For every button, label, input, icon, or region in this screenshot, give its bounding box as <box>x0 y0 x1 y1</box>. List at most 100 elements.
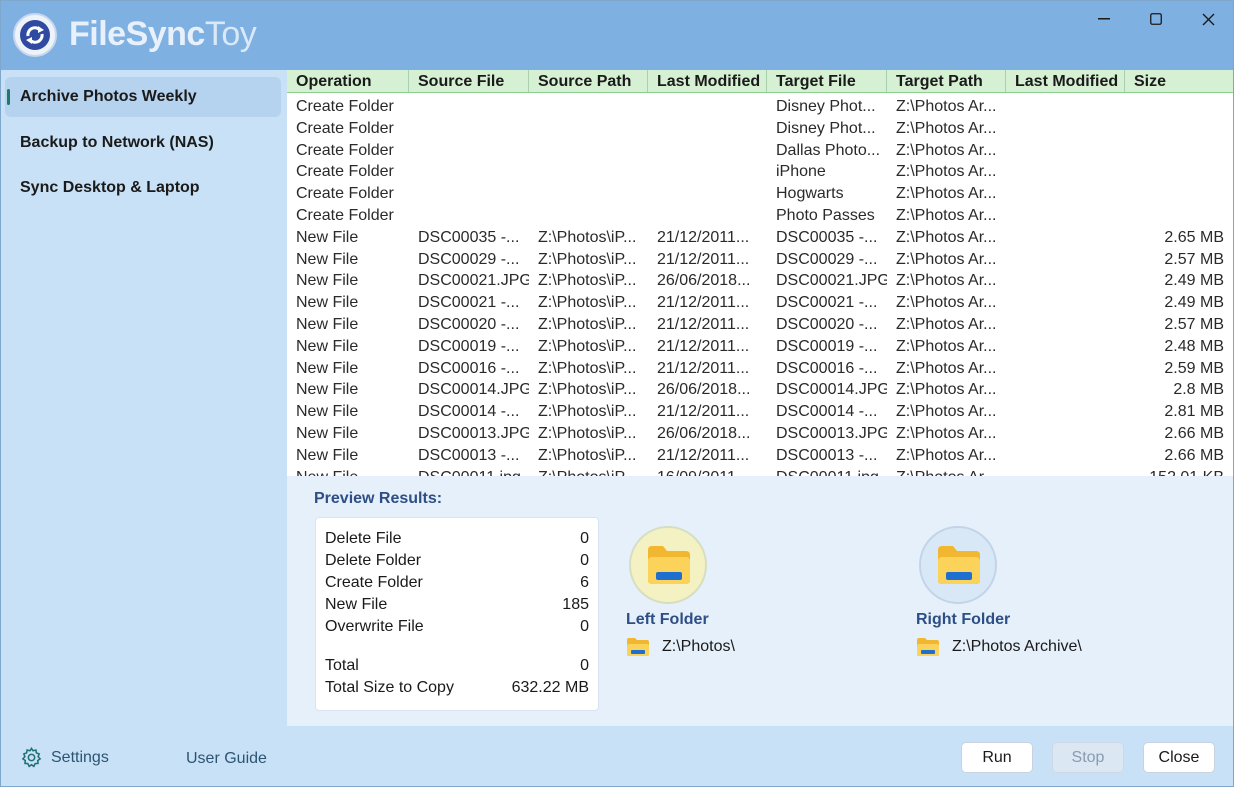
sidebar-item-backup-to-nas[interactable]: Backup to Network (NAS) <box>5 123 281 163</box>
sidebar-item-archive-photos-weekly[interactable]: Archive Photos Weekly <box>5 77 281 117</box>
table-row[interactable]: New File DSC00035 -... Z:\Photos\iP... 21/1… <box>287 227 1233 249</box>
cell-target-path: Z:\Photos Ar... <box>896 381 997 399</box>
left-folder-path[interactable]: Z:\Photos\ <box>626 637 735 657</box>
cell-size: 2.57 MB <box>1164 315 1224 333</box>
right-folder-button[interactable] <box>919 526 997 604</box>
cell-source-file: DSC00014.JPG <box>418 381 529 399</box>
cell-size: 2.66 MB <box>1164 424 1224 442</box>
sidebar-item-sync-desktop-laptop[interactable]: Sync Desktop & Laptop <box>5 168 281 208</box>
settings-link[interactable]: Settings <box>20 746 109 769</box>
cell-target-file: DSC00021 -... <box>776 294 878 312</box>
table-row[interactable]: New File DSC00021 -... Z:\Photos\iP... 21/1… <box>287 292 1233 314</box>
table-row[interactable]: New File DSC00013.JPG Z:\Photos\iP... 26/06… <box>287 423 1233 445</box>
folder-icon <box>938 546 980 584</box>
cell-target-modified <box>1006 205 1125 227</box>
cell-source-path: Z:\Photos\iP... <box>538 424 637 442</box>
table-row[interactable]: Create Folder Hogwarts Z:\Photos Ar... <box>287 183 1233 205</box>
stat-label: Total Size to Copy <box>325 679 454 696</box>
cell-size: 2.66 MB <box>1164 446 1224 464</box>
cell-target-file: Photo Passes <box>776 206 875 224</box>
cell-source-path: Z:\Photos\iP... <box>538 250 637 268</box>
cell-source-path: Z:\Photos\iP... <box>538 403 637 421</box>
table-row[interactable]: New File DSC00020 -... Z:\Photos\iP... 21/1… <box>287 314 1233 336</box>
column-header-source-path[interactable]: Source Path <box>529 70 648 92</box>
cell-operation: New File <box>296 359 359 377</box>
cell-target-path: Z:\Photos Ar... <box>896 163 997 181</box>
user-guide-label: User Guide <box>186 750 267 767</box>
cell-source-file <box>409 140 529 162</box>
table-row[interactable]: New File DSC00021.JPG Z:\Photos\iP... 26/06… <box>287 270 1233 292</box>
cell-source-path: Z:\Photos\iP... <box>538 446 637 464</box>
minimize-button[interactable] <box>1077 1 1131 37</box>
table-row[interactable]: Create Folder Photo Passes Z:\Photos Ar... <box>287 205 1233 227</box>
table-row[interactable]: New File DSC00014.JPG Z:\Photos\iP... 26/06… <box>287 379 1233 401</box>
column-header-size[interactable]: Size <box>1125 70 1233 92</box>
cell-target-path: Z:\Photos Ar... <box>896 337 997 355</box>
right-folder-path-text: Z:\Photos Archive\ <box>952 638 1082 655</box>
cell-operation: New File <box>296 228 359 246</box>
cell-operation: New File <box>296 337 359 355</box>
stat-overwrite-file: Overwrite File 0 <box>325 616 589 638</box>
cell-source-path <box>529 118 648 140</box>
table-row[interactable]: Create Folder Disney Phot... Z:\Photos Ar.… <box>287 118 1233 140</box>
table-row[interactable]: Create Folder iPhone Z:\Photos Ar... <box>287 161 1233 183</box>
cell-operation: New File <box>296 381 359 399</box>
table-row[interactable]: New File DSC00013 -... Z:\Photos\iP... 21/1… <box>287 445 1233 467</box>
stat-total: Total 0 <box>325 655 589 677</box>
cell-source-file: DSC00021 -... <box>418 294 520 312</box>
cell-target-file: Disney Phot... <box>776 98 876 115</box>
table-row[interactable]: New File DSC00029 -... Z:\Photos\iP... 21/1… <box>287 249 1233 271</box>
cell-target-path: Z:\Photos Ar... <box>896 98 997 115</box>
cell-source-modified: 21/12/2011... <box>657 446 750 464</box>
small-folder-icon <box>627 638 649 656</box>
table-row[interactable]: New File DSC00016 -... Z:\Photos\iP... 21/1… <box>287 358 1233 380</box>
table-row[interactable]: Create Folder Dallas Photo... Z:\Photos Ar… <box>287 140 1233 162</box>
gear-icon <box>21 746 42 768</box>
cell-target-modified <box>1006 423 1125 445</box>
column-header-source-file[interactable]: Source File <box>409 70 529 92</box>
cell-source-path: Z:\Photos\iP... <box>538 272 637 290</box>
user-guide-link[interactable]: User Guide <box>186 750 267 768</box>
cell-source-modified: 21/12/2011... <box>657 250 750 268</box>
cell-size <box>1125 205 1233 227</box>
table-row[interactable]: New File DSC00019 -... Z:\Photos\iP... 21/1… <box>287 336 1233 358</box>
cell-size: 2.81 MB <box>1164 403 1224 421</box>
minimize-icon <box>1098 18 1110 20</box>
cell-source-path: Z:\Photos\iP... <box>538 315 637 333</box>
cell-size: 2.48 MB <box>1164 337 1224 355</box>
cell-target-modified <box>1006 270 1125 292</box>
cell-source-file <box>409 183 529 205</box>
stat-value: 0 <box>580 618 589 635</box>
table-row[interactable]: New FileDSC00011.jpgZ:\Photos\iP...16/09… <box>287 467 1233 476</box>
right-folder-path[interactable]: Z:\Photos Archive\ <box>916 637 1082 657</box>
cell-source-path <box>529 183 648 205</box>
cell-size <box>1125 140 1233 162</box>
cell-target-path: Z:\Photos Ar... <box>896 294 997 312</box>
column-header-target-path[interactable]: Target Path <box>887 70 1006 92</box>
cell-operation: Create Folder <box>296 163 394 181</box>
cell-target-modified <box>1006 140 1125 162</box>
cell-operation: New File <box>296 424 359 442</box>
stat-label: Total <box>325 657 359 674</box>
run-button[interactable]: Run <box>961 742 1033 773</box>
cell-source-file: DSC00016 -... <box>418 359 520 377</box>
sidebar: Archive Photos Weekly Backup to Network … <box>1 70 287 786</box>
cell-operation: New File <box>296 250 359 268</box>
close-button[interactable]: Close <box>1143 742 1215 773</box>
column-header-target-file[interactable]: Target File <box>767 70 887 92</box>
cell-source-modified: 21/12/2011... <box>657 228 750 246</box>
column-header-source-modified[interactable]: Last Modified <box>648 70 767 92</box>
table-row[interactable]: New File DSC00014 -... Z:\Photos\iP... 21/1… <box>287 401 1233 423</box>
column-header-target-modified[interactable]: Last Modified <box>1006 70 1125 92</box>
left-folder-button[interactable] <box>629 526 707 604</box>
app-title: FileSyncToy <box>69 15 257 54</box>
cell-target-modified <box>1006 401 1125 423</box>
app-window: FileSyncToy Archive Photos Weekly Backup… <box>0 0 1234 787</box>
cell-source-path: Z:\Photos\iP... <box>538 381 637 399</box>
column-header-operation[interactable]: Operation <box>287 70 409 92</box>
cell-source-modified <box>648 183 767 205</box>
maximize-button[interactable] <box>1129 1 1183 37</box>
close-window-button[interactable] <box>1181 1 1233 37</box>
table-row[interactable]: Create Folder Disney Phot... Z:\Photos Ar.… <box>287 96 1233 118</box>
stop-button[interactable]: Stop <box>1052 742 1124 773</box>
